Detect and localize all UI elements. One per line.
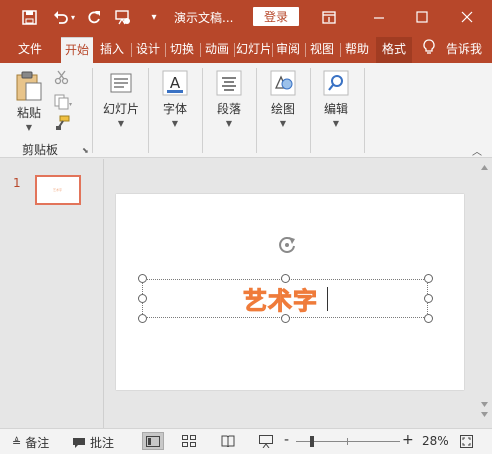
shapes-icon: [270, 70, 296, 96]
resize-handle-left[interactable]: [138, 294, 147, 303]
find-icon: [323, 70, 349, 96]
slideshow-button[interactable]: [259, 435, 273, 448]
ribbon-tabs: 文件 开始 插入 设计 切换 动画 幻灯片 审阅 视图 帮助 格式 告诉我: [0, 33, 492, 63]
login-button[interactable]: 登录: [253, 7, 299, 26]
vertical-scrollbar[interactable]: [480, 164, 489, 422]
slides-button[interactable]: 幻灯片 ▼: [103, 70, 139, 128]
close-icon[interactable]: [458, 8, 476, 26]
tab-review[interactable]: 审阅: [274, 37, 302, 63]
tab-file[interactable]: 文件: [12, 37, 48, 63]
save-icon[interactable]: [20, 8, 38, 26]
copy-icon[interactable]: ▾: [54, 94, 72, 113]
comment-icon: [73, 437, 85, 448]
zoom-slider-midpoint: [347, 438, 348, 445]
wordart-text[interactable]: 艺术字: [243, 281, 318, 316]
resize-handle-right[interactable]: [424, 294, 433, 303]
slide-thumbnail[interactable]: 艺术字: [35, 175, 81, 205]
resize-handle-bottom-left[interactable]: [138, 314, 147, 323]
zoom-out-button[interactable]: -: [284, 432, 289, 448]
reading-view-button[interactable]: [221, 435, 235, 447]
customize-toolbar-icon[interactable]: ▾: [145, 8, 163, 26]
slide-sorter-button[interactable]: [182, 435, 196, 447]
fit-to-window-button[interactable]: [460, 435, 473, 448]
normal-view-button[interactable]: [142, 432, 164, 450]
reading-view-icon: [221, 435, 235, 447]
clipboard-group-label: 剪贴板: [22, 143, 59, 157]
paragraph-button[interactable]: 段落 ▼: [216, 70, 242, 128]
restore-icon[interactable]: [413, 8, 431, 26]
undo-dropdown-icon[interactable]: ▾: [69, 8, 77, 26]
minimize-icon[interactable]: [370, 8, 388, 26]
redo-icon[interactable]: [85, 8, 103, 26]
tab-insert[interactable]: 插入: [97, 37, 127, 63]
tab-home[interactable]: 开始: [61, 37, 93, 63]
ribbon-display-icon[interactable]: [320, 8, 338, 26]
resize-handle-bottom-right[interactable]: [424, 314, 433, 323]
tell-me-search[interactable]: 告诉我: [446, 37, 486, 63]
format-painter-icon[interactable]: [54, 115, 70, 134]
slides-icon: [110, 73, 132, 93]
tab-transitions[interactable]: 切换: [168, 37, 196, 63]
document-title: 演示文稿...: [174, 11, 234, 25]
tab-design[interactable]: 设计: [134, 37, 162, 63]
chevron-down-icon: ▼: [117, 119, 125, 128]
slide-number: 1: [13, 176, 21, 190]
present-icon[interactable]: [114, 8, 132, 26]
svg-text:▾: ▾: [69, 101, 72, 108]
zoom-in-button[interactable]: +: [402, 432, 414, 448]
normal-view-icon: [146, 435, 160, 447]
ribbon: 粘贴 ▼ ▾ 剪贴板 ⬊ 幻灯片 ▼ A 字体 ▼ 段落 ▼ 绘图 ▼ 编辑 ▼…: [0, 63, 492, 158]
drawing-button[interactable]: 绘图 ▼: [270, 70, 296, 128]
collapse-ribbon-icon[interactable]: ︿: [472, 143, 482, 158]
rotate-handle-icon[interactable]: [276, 234, 298, 256]
notes-icon: ≜: [12, 436, 22, 449]
chevron-down-icon: ▼: [279, 119, 287, 128]
editing-button[interactable]: 编辑 ▼: [323, 70, 349, 128]
chevron-down-icon: ▼: [332, 119, 340, 128]
tab-animations[interactable]: 动画: [203, 37, 231, 63]
chevron-down-icon: ▼: [171, 119, 179, 128]
paste-button[interactable]: 粘贴 ▼: [14, 70, 44, 132]
svg-text:A: A: [170, 74, 181, 92]
notes-button[interactable]: ≜ 备注: [12, 434, 49, 451]
lightbulb-icon[interactable]: [420, 38, 438, 56]
chevron-down-icon: ▼: [225, 119, 233, 128]
zoom-level[interactable]: 28%: [422, 434, 449, 448]
font-button[interactable]: A 字体 ▼: [162, 70, 188, 128]
title-bar: ▾ ▾ 演示文稿... 登录: [0, 0, 492, 33]
tab-format[interactable]: 格式: [376, 37, 412, 63]
status-bar: ≜ 备注 批注 - + 28%: [0, 428, 492, 454]
undo-icon[interactable]: [52, 8, 70, 26]
resize-handle-top-right[interactable]: [424, 274, 433, 283]
cut-icon[interactable]: [54, 69, 70, 88]
tab-slideshow[interactable]: 幻灯片: [236, 37, 270, 63]
text-cursor: [327, 287, 328, 311]
comments-button[interactable]: 批注: [72, 434, 114, 451]
chevron-down-icon: ▼: [25, 123, 33, 132]
slide-sorter-icon: [182, 435, 196, 447]
resize-handle-top-left[interactable]: [138, 274, 147, 283]
zoom-slider-thumb[interactable]: [310, 436, 314, 447]
tab-help[interactable]: 帮助: [342, 37, 372, 63]
tab-view[interactable]: 视图: [307, 37, 337, 63]
slideshow-icon: [259, 435, 273, 448]
dialog-launcher-icon[interactable]: ⬊: [82, 146, 89, 155]
font-icon: A: [162, 70, 188, 96]
paste-icon: [16, 71, 42, 101]
fit-to-window-icon: [460, 435, 473, 448]
paragraph-icon: [216, 70, 242, 96]
thumbnail-text: 艺术字: [53, 188, 63, 192]
